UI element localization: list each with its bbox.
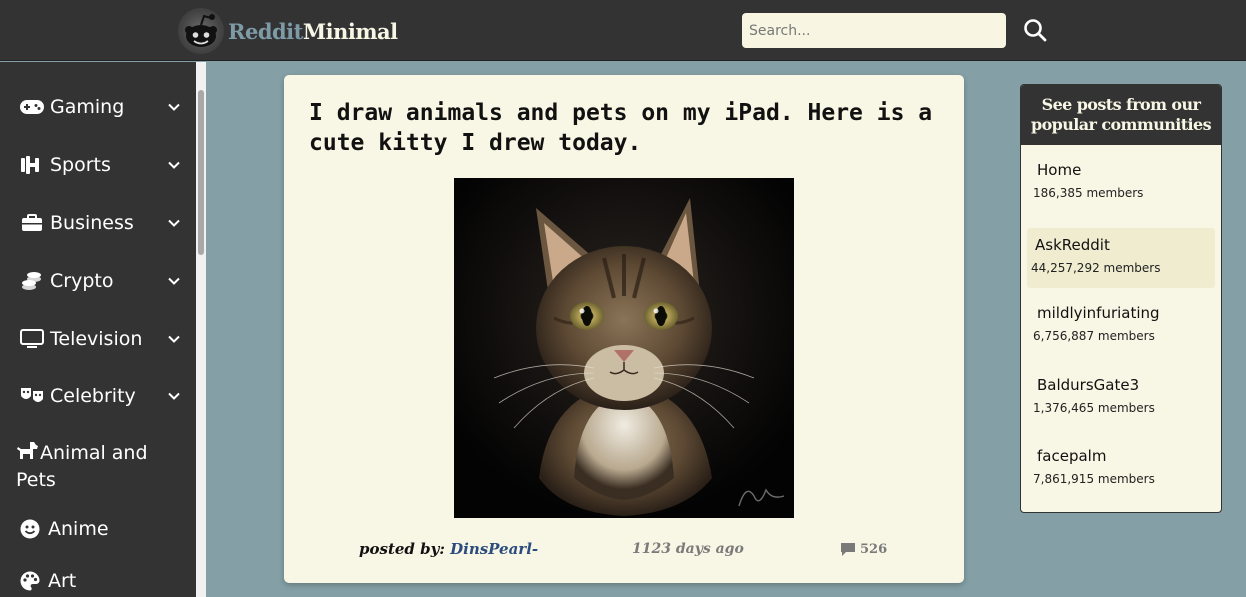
community-item-home[interactable]: Home 186,385 members: [1027, 153, 1215, 213]
posted-by: posted by: DinsPearl-: [359, 540, 538, 558]
tv-icon: [20, 328, 44, 350]
logo-text: RedditMinimal: [228, 19, 398, 44]
author-link[interactable]: DinsPearl-: [450, 540, 538, 558]
community-name: BaldursGate3: [1037, 376, 1140, 394]
community-members: 44,257,292 members: [1031, 261, 1161, 275]
coins-icon: [20, 270, 44, 292]
posted-by-label: posted by:: [359, 540, 445, 558]
dog-icon: [16, 441, 40, 468]
community-item-askreddit[interactable]: AskReddit 44,257,292 members: [1027, 228, 1215, 288]
logo-text-reddit: Reddit: [228, 18, 303, 44]
logo-text-minimal: Minimal: [302, 18, 398, 44]
chevron-down-icon[interactable]: [166, 99, 182, 115]
sidebar-item-sports[interactable]: Sports: [0, 140, 196, 190]
sidebar: Gaming Sports Business Crypto Television…: [0, 62, 206, 597]
palette-icon: [18, 570, 42, 592]
smiley-icon: [18, 518, 42, 540]
communities-panel: See posts from our popular communities H…: [1020, 84, 1222, 513]
sidebar-item-label: Anime: [48, 518, 109, 540]
community-members: 186,385 members: [1033, 186, 1144, 200]
masks-icon: [20, 385, 44, 407]
sidebar-item-art[interactable]: Art: [0, 556, 196, 597]
chevron-down-icon[interactable]: [166, 388, 182, 404]
chevron-down-icon[interactable]: [166, 157, 182, 173]
dumbbell-icon: [20, 154, 44, 176]
community-members: 7,861,915 members: [1033, 472, 1155, 486]
post-age: 1123 days ago: [632, 541, 744, 557]
community-members: 6,756,887 members: [1033, 329, 1155, 343]
top-header: RedditMinimal: [0, 0, 1246, 61]
sidebar-item-animal-and-pets[interactable]: Animal and Pets: [16, 441, 186, 493]
sidebar-item-television[interactable]: Television: [0, 314, 196, 364]
sidebar-item-label: Crypto: [50, 270, 114, 292]
community-name: facepalm: [1037, 447, 1107, 465]
sidebar-item-crypto[interactable]: Crypto: [0, 256, 196, 306]
post-card[interactable]: I draw animals and pets on my iPad. Here…: [284, 75, 964, 583]
briefcase-icon: [20, 212, 44, 234]
sidebar-item-gaming[interactable]: Gaming: [0, 82, 196, 132]
post-footer: posted by: DinsPearl- 1123 days ago 526: [284, 540, 964, 564]
communities-heading: See posts from our popular communities: [1021, 85, 1221, 145]
community-members: 1,376,465 members: [1033, 401, 1155, 415]
sidebar-item-business[interactable]: Business: [0, 198, 196, 248]
sidebar-item-label: Television: [50, 328, 143, 350]
sidebar-item-celebrity[interactable]: Celebrity: [0, 371, 196, 421]
community-item-baldursgate3[interactable]: BaldursGate3 1,376,465 members: [1027, 368, 1215, 428]
community-name: AskReddit: [1035, 236, 1110, 254]
comments-button[interactable]: 526: [840, 542, 887, 557]
search-icon[interactable]: [1022, 17, 1048, 43]
chevron-down-icon[interactable]: [166, 331, 182, 347]
logo[interactable]: RedditMinimal: [178, 8, 398, 54]
chevron-down-icon[interactable]: [166, 273, 182, 289]
post-image[interactable]: [454, 178, 794, 518]
gamepad-icon: [20, 96, 44, 118]
community-name: Home: [1037, 161, 1082, 179]
sidebar-item-label: Sports: [50, 154, 111, 176]
sidebar-item-label: Celebrity: [50, 385, 136, 407]
comment-icon: [841, 543, 855, 556]
sidebar-item-label: Business: [50, 212, 134, 234]
sidebar-item-label: Gaming: [50, 96, 125, 118]
sidebar-scrollbar-thumb[interactable]: [198, 90, 204, 255]
sidebar-item-anime[interactable]: Anime: [0, 504, 196, 554]
reddit-alien-icon: [178, 8, 224, 54]
comment-count: 526: [860, 542, 888, 557]
community-item-facepalm[interactable]: facepalm 7,861,915 members: [1027, 439, 1215, 499]
chevron-down-icon[interactable]: [166, 215, 182, 231]
post-title[interactable]: I draw animals and pets on my iPad. Here…: [309, 98, 939, 158]
search-input[interactable]: [742, 13, 1006, 48]
community-name: mildlyinfuriating: [1037, 304, 1160, 322]
community-item-mildlyinfuriating[interactable]: mildlyinfuriating 6,756,887 members: [1027, 296, 1215, 356]
sidebar-item-label: Art: [48, 570, 77, 592]
